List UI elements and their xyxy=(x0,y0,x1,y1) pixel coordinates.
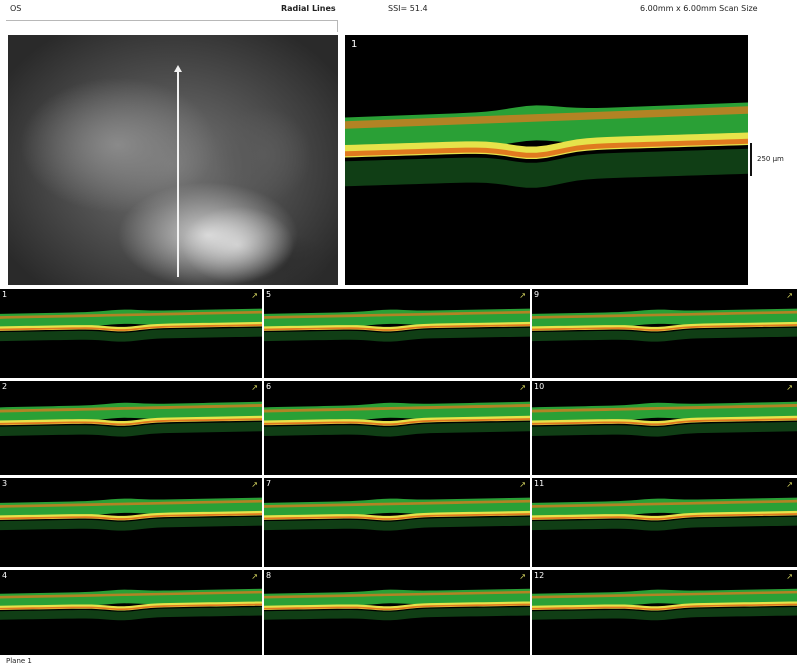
arrow-up-right-icon: ↗ xyxy=(251,291,258,300)
scan-thumbnail-image xyxy=(264,497,530,531)
scan-thumbnail[interactable]: 6 ↗ xyxy=(264,381,530,475)
arrow-up-right-icon: ↗ xyxy=(519,291,526,300)
scan-number: 1 xyxy=(2,290,8,299)
scan-thumbnail[interactable]: 11 ↗ xyxy=(532,478,797,567)
scan-number: 11 xyxy=(534,479,545,488)
scan-thumbnail-image xyxy=(0,401,262,437)
scan-number: 5 xyxy=(266,290,272,299)
arrow-up-right-icon: ↗ xyxy=(786,572,793,581)
arrow-up-right-icon: ↗ xyxy=(519,480,526,489)
scan-thumbnail-image xyxy=(532,401,797,437)
scan-thumbnail[interactable]: 12 ↗ xyxy=(532,570,797,655)
scan-thumbnail-image xyxy=(532,588,797,621)
scan-size-label: 6.00mm x 6.00mm Scan Size xyxy=(640,4,758,13)
main-bscan-number: 1 xyxy=(351,39,358,50)
scan-thumbnail[interactable]: 7 ↗ xyxy=(264,478,530,567)
scan-thumbnail[interactable]: 3 ↗ xyxy=(0,478,262,567)
scan-thumbnail-image xyxy=(264,308,530,342)
scan-thumbnail-image xyxy=(0,308,262,342)
scan-thumbnail[interactable]: 10 ↗ xyxy=(532,381,797,475)
scan-thumbnail[interactable]: 8 ↗ xyxy=(264,570,530,655)
scale-bar-label: 250 µm xyxy=(757,155,784,163)
scan-pattern-label: Radial Lines xyxy=(281,4,336,13)
scan-number: 7 xyxy=(266,479,272,488)
scan-number: 4 xyxy=(2,571,8,580)
arrow-up-right-icon: ↗ xyxy=(251,383,258,392)
scan-thumbnail[interactable]: 4 ↗ xyxy=(0,570,262,655)
arrow-up-right-icon: ↗ xyxy=(251,480,258,489)
scan-thumbnail-image xyxy=(0,497,262,531)
scan-thumbnail-image xyxy=(0,588,262,621)
scan-number: 2 xyxy=(2,382,8,391)
arrow-up-right-icon: ↗ xyxy=(786,291,793,300)
scan-number: 12 xyxy=(534,571,545,580)
scan-thumbnail[interactable]: 9 ↗ xyxy=(532,289,797,378)
scan-number: 10 xyxy=(534,382,545,391)
main-bscan-image xyxy=(345,102,748,188)
scan-thumbnail-image xyxy=(264,588,530,621)
arrow-up-right-icon: ↗ xyxy=(251,572,258,581)
scale-bar xyxy=(750,143,752,176)
header-divider xyxy=(6,20,338,21)
eye-label: OS xyxy=(10,4,22,13)
scan-thumbnail-image xyxy=(532,308,797,342)
scan-number: 3 xyxy=(2,479,8,488)
scan-thumbnail[interactable]: 1 ↗ xyxy=(0,289,262,378)
arrow-up-right-icon: ↗ xyxy=(786,480,793,489)
scan-thumbnail[interactable]: 2 ↗ xyxy=(0,381,262,475)
scan-line-indicator[interactable] xyxy=(177,69,179,277)
signal-strength-index: SSI= 51.4 xyxy=(388,4,428,13)
arrow-up-right-icon: ↗ xyxy=(786,383,793,392)
scan-thumbnail-image xyxy=(532,497,797,531)
fundus-image[interactable] xyxy=(8,35,338,285)
scan-number: 8 xyxy=(266,571,272,580)
scan-number: 6 xyxy=(266,382,272,391)
arrow-up-right-icon: ↗ xyxy=(519,572,526,581)
footer-label: Plane 1 xyxy=(6,657,32,665)
main-bscan[interactable]: 1 xyxy=(345,35,748,285)
arrow-up-icon xyxy=(174,65,182,72)
scan-thumbnail-image xyxy=(264,401,530,437)
scan-thumbnail[interactable]: 5 ↗ xyxy=(264,289,530,378)
scan-number: 9 xyxy=(534,290,540,299)
header-divider-vertical xyxy=(337,20,338,32)
arrow-up-right-icon: ↗ xyxy=(519,383,526,392)
